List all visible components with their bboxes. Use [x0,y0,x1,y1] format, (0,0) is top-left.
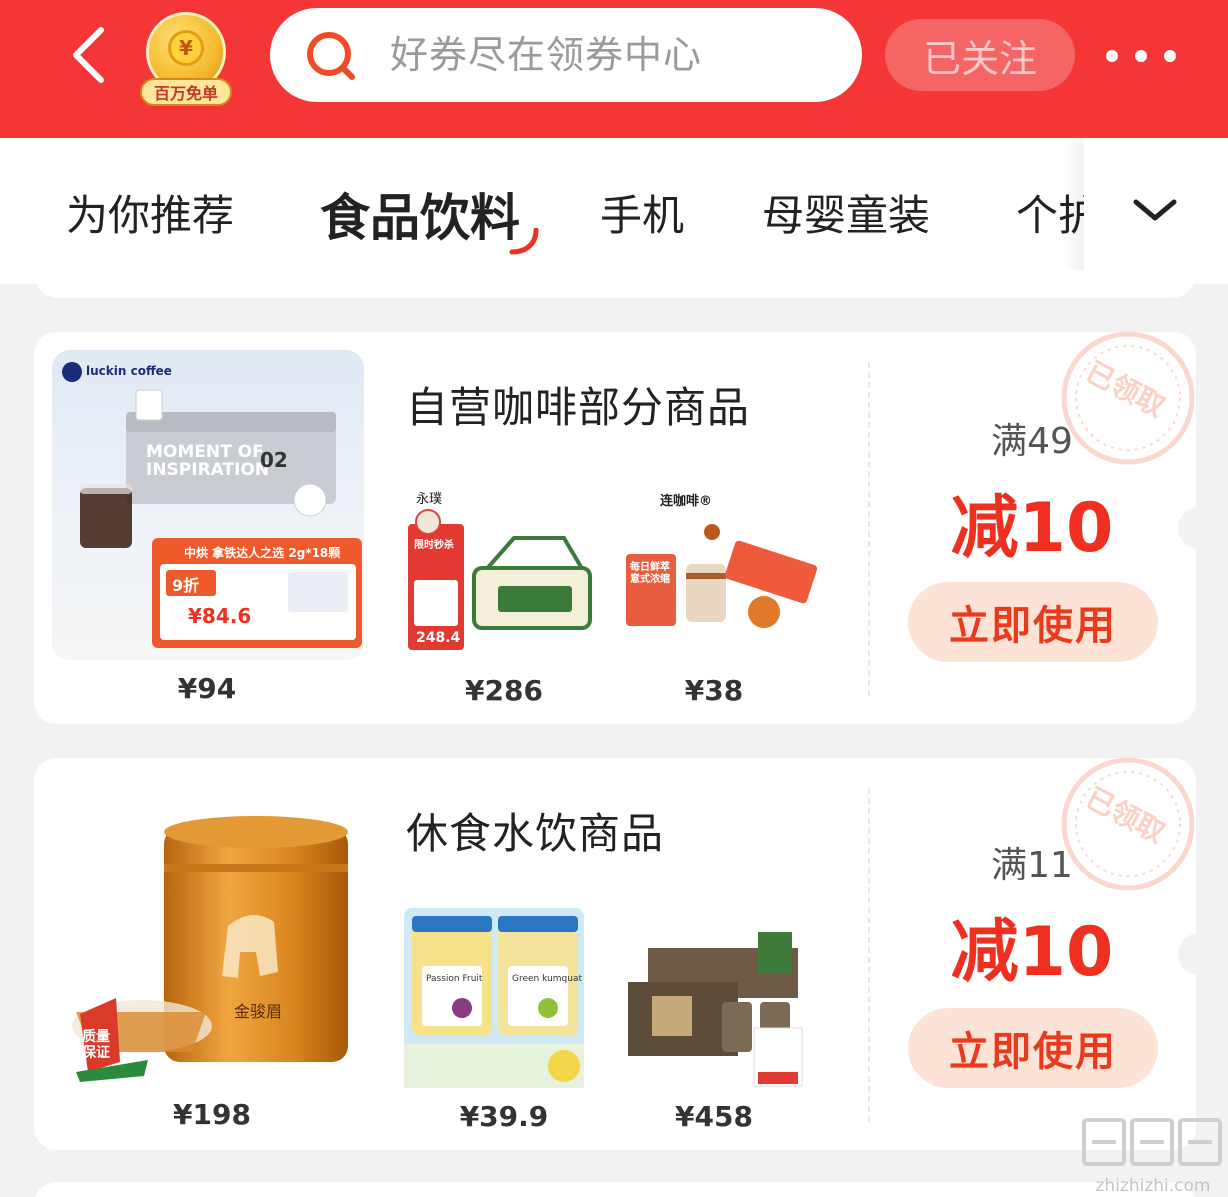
jar-label: Green kumquat [512,974,582,984]
brand-label: 连咖啡® [660,494,713,509]
million-free-order-badge[interactable]: ¥ 百万免单 [140,12,232,106]
top-header: ¥ 百万免单 好券尽在领券中心 已关注 [0,0,1228,138]
promo-tag: 每日鲜萃 意式浓缩 [630,562,670,585]
tab-recommend[interactable]: 为你推荐 [66,182,234,243]
site-watermark: zhizhizhi.com [1078,1112,1228,1197]
coupon-threshold: 满49 [991,421,1073,462]
tab-phones[interactable]: 手机 [600,182,684,243]
coupon-card: luckin coffee MOMENT OF INSPIRATION 02 中… [34,331,1214,724]
product-price: ¥458 [675,1100,753,1133]
coupon-discount: 减10 [950,489,1114,568]
product-image-yongpu[interactable]: 永璞 限时秒杀 248.4 [404,482,604,658]
follow-button[interactable]: 已关注 [885,19,1075,91]
brand-label: luckin coffee [86,364,172,378]
product-price: ¥39.9 [459,1100,549,1133]
coupon-title: 自营咖啡部分商品 [406,383,751,432]
product-caption-number: 02 [260,448,288,472]
badge-label: 百万免单 [140,78,232,106]
product-image-lian-coffee[interactable]: 连咖啡® 每日鲜萃 意式浓缩 [624,482,824,658]
tab-baby-kids[interactable]: 母婴童装 [762,182,930,243]
jar-label: Passion Fruit [426,974,483,984]
active-tab-indicator [509,228,539,255]
coupon-card: 金骏眉 质量 保证 ¥198 休食水饮商品 Passion Fruit Gree… [34,757,1214,1150]
product-name: 金骏眉 [234,1002,283,1021]
product-price: ¥286 [465,674,543,707]
coupon-title: 休食水饮商品 [406,809,665,858]
chevron-down-icon[interactable] [1130,190,1180,230]
product-caption: INSPIRATION [146,460,270,480]
dried-fruit-product-art [404,908,584,1088]
promo-discount: 9折 [172,576,200,595]
tab-food-drinks[interactable]: 食品饮料 [320,178,520,250]
product-image-dried-fruit[interactable]: Passion Fruit Green kumquat [404,908,604,1088]
promo-tag: 限时秒杀 [414,540,454,551]
product-price: ¥198 [173,1098,251,1131]
search-icon [307,32,355,80]
brand-label: 永璞 [416,492,443,507]
coin-icon: ¥ [168,30,204,66]
tea-giftbox-product-art [628,932,803,1087]
product-image-tea-tin[interactable]: 金骏眉 质量 保证 [52,776,364,1086]
quality-seal: 保证 [82,1045,110,1061]
coupon-threshold: 满11 [991,845,1073,886]
product-image-tea-giftbox[interactable] [624,908,824,1088]
coupon-discount: 减10 [950,913,1114,992]
more-dots-icon[interactable] [1106,36,1176,76]
search-placeholder: 好券尽在领券中心 [390,33,703,77]
promo-price: ¥84.6 [188,604,252,628]
search-bar[interactable]: 好券尽在领券中心 [270,8,862,102]
product-caption: MOMENT OF [146,442,264,462]
back-arrow-icon [73,27,104,83]
promo-line: 中烘 拿铁达人之选 2g*18颗 [184,546,341,560]
next-card-top [34,1182,1196,1197]
previous-card-bottom [34,270,1196,298]
use-now-button[interactable]: 立即使用 [908,1008,1158,1088]
back-button[interactable] [58,22,118,88]
product-price: ¥38 [684,674,744,707]
category-tabs: 为你推荐 食品饮料 手机 母婴童装 个护 [0,138,1228,284]
use-now-button[interactable]: 立即使用 [908,582,1158,662]
product-price: ¥94 [177,672,237,705]
promo-price: 248.4 [416,630,461,646]
watermark-logo-icon [1082,1118,1222,1166]
product-image-luckin[interactable]: luckin coffee MOMENT OF INSPIRATION 02 中… [52,350,364,660]
watermark-text: zhizhizhi.com [1095,1176,1211,1196]
